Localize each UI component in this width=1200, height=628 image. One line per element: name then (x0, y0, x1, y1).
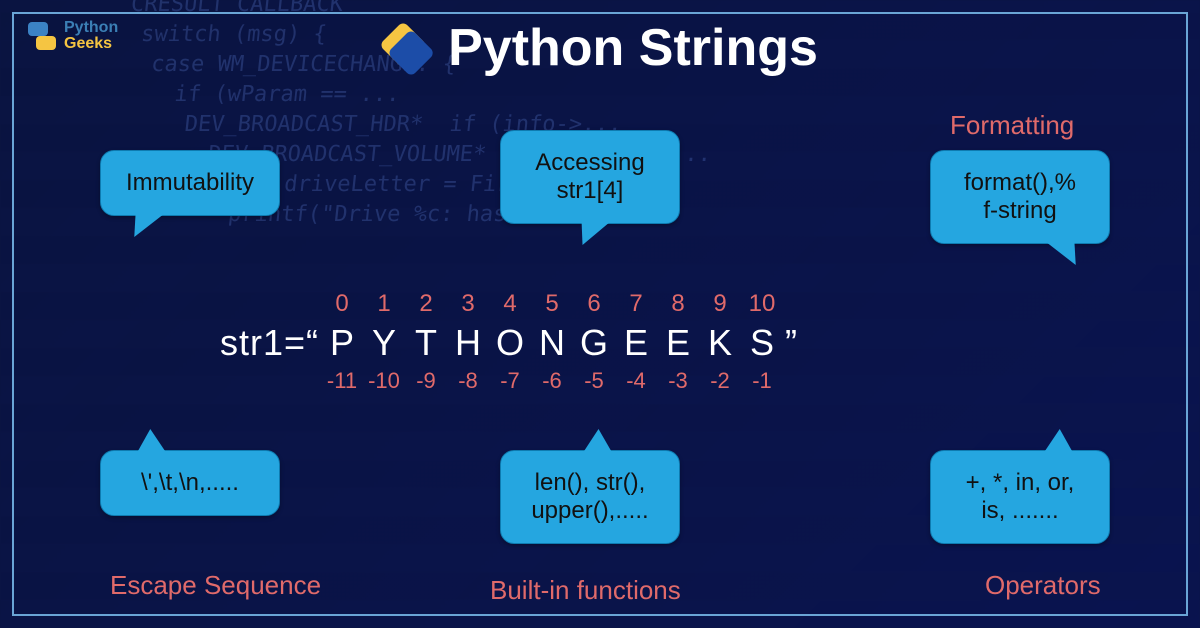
neg-index: -5 (573, 368, 615, 394)
bubble-escape: \',\t,\n,..... (100, 450, 280, 516)
neg-index: -9 (405, 368, 447, 394)
label-operators: Operators (985, 570, 1101, 601)
string-prefix: str1=“ (220, 322, 321, 364)
label-escape: Escape Sequence (110, 570, 321, 601)
bubble-tail-icon (1042, 429, 1083, 455)
string-index-demo: 012345678910 str1=“ PYTHONGEEKS ” -11-10… (220, 290, 980, 394)
bubble-tail-icon (126, 211, 167, 237)
neg-index: -10 (363, 368, 405, 394)
neg-index: -7 (489, 368, 531, 394)
string-char: S (741, 322, 783, 364)
bubble-tail-icon (575, 219, 614, 245)
pos-index: 10 (741, 290, 783, 318)
label-formatting: Formatting (950, 110, 1074, 141)
pos-index: 2 (405, 290, 447, 318)
pos-index: 9 (699, 290, 741, 318)
neg-index: -6 (531, 368, 573, 394)
bubble-escape-text: \',\t,\n,..... (141, 469, 239, 496)
neg-index: -1 (741, 368, 783, 394)
pos-index: 1 (363, 290, 405, 318)
bubble-builtins: len(), str(), upper(),..... (500, 450, 680, 544)
string-chars: PYTHONGEEKS (321, 322, 783, 364)
page-title: Python Strings (382, 18, 818, 78)
bubble-accessing-text: Accessing str1[4] (535, 149, 644, 204)
pos-index: 3 (447, 290, 489, 318)
bubble-tail-icon (575, 429, 614, 455)
neg-index: -2 (699, 368, 741, 394)
string-char: E (657, 322, 699, 364)
bubble-tail-icon (126, 429, 167, 455)
label-builtins: Built-in functions (490, 575, 681, 606)
neg-index: -3 (657, 368, 699, 394)
string-char: T (405, 322, 447, 364)
pos-index: 4 (489, 290, 531, 318)
string-suffix: ” (783, 322, 797, 364)
pos-index: 6 (573, 290, 615, 318)
neg-index: -11 (321, 368, 363, 394)
neg-index: -8 (447, 368, 489, 394)
title-logo-icon (382, 24, 430, 72)
bubble-immutability-text: Immutability (126, 169, 254, 196)
neg-index: -4 (615, 368, 657, 394)
string-char: E (615, 322, 657, 364)
bubble-immutability: Immutability (100, 150, 280, 216)
string-char: O (489, 322, 531, 364)
string-char: G (573, 322, 615, 364)
brand-text: Python Geeks (64, 20, 118, 52)
string-char: N (531, 322, 573, 364)
string-char: H (447, 322, 489, 364)
brand-line2: Geeks (64, 36, 118, 52)
title-text: Python Strings (448, 18, 818, 78)
bubble-operators: +, *, in, or, is, ....... (930, 450, 1110, 544)
python-logo-icon (26, 20, 58, 52)
negative-index-row: -11-10-9-8-7-6-5-4-3-2-1 (220, 368, 980, 394)
bubble-tail-icon (1042, 239, 1083, 265)
pos-index: 0 (321, 290, 363, 318)
brand-logo: Python Geeks (26, 20, 118, 52)
bubble-builtins-text: len(), str(), upper(),..... (531, 469, 648, 524)
string-char: P (321, 322, 363, 364)
string-row: str1=“ PYTHONGEEKS ” (220, 322, 980, 364)
positive-index-row: 012345678910 (220, 290, 980, 318)
bubble-accessing: Accessing str1[4] (500, 130, 680, 224)
bubble-formatting: format(),% f-string (930, 150, 1110, 244)
string-char: Y (363, 322, 405, 364)
pos-index: 5 (531, 290, 573, 318)
bubble-operators-text: +, *, in, or, is, ....... (966, 469, 1075, 524)
bubble-formatting-text: format(),% f-string (964, 169, 1076, 224)
string-char: K (699, 322, 741, 364)
brand-line1: Python (64, 20, 118, 36)
diagram-area: Immutability Accessing str1[4] Formattin… (0, 100, 1200, 608)
pos-index: 8 (657, 290, 699, 318)
pos-index: 7 (615, 290, 657, 318)
